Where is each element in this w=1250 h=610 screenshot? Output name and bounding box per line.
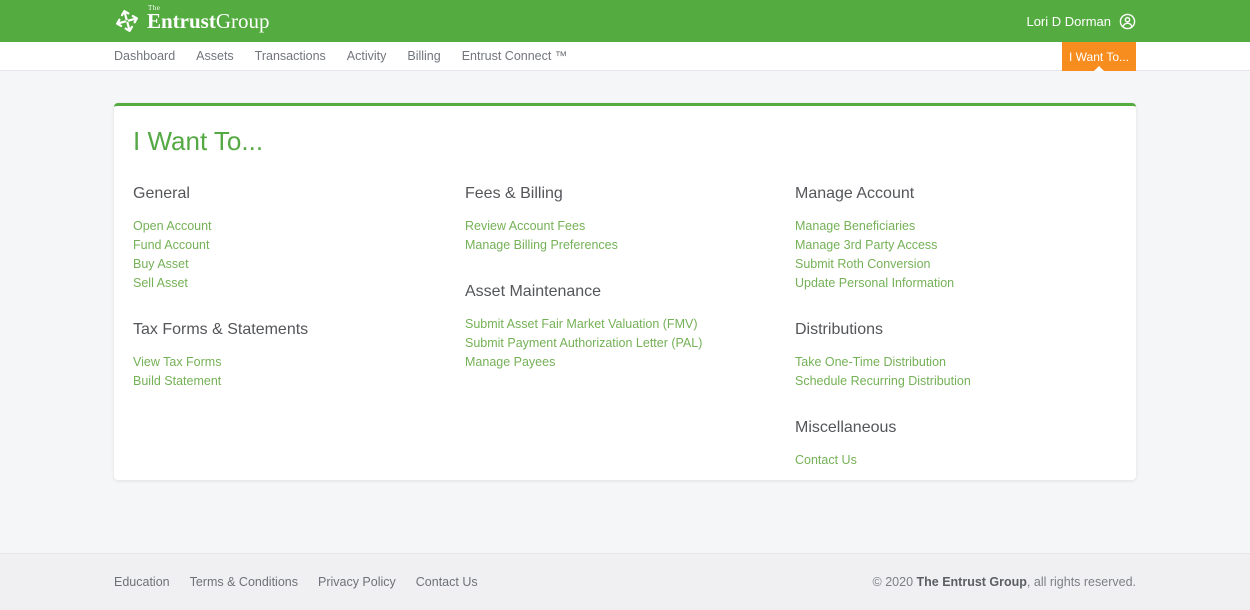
link-fund-account[interactable]: Fund Account xyxy=(133,236,465,255)
user-menu[interactable]: Lori D Dorman xyxy=(1026,13,1136,30)
section-heading: Manage Account xyxy=(795,185,971,203)
link-view-tax-forms[interactable]: View Tax Forms xyxy=(133,353,465,372)
link-manage-beneficiaries[interactable]: Manage Beneficiaries xyxy=(795,217,971,236)
link-take-one-time-distribution[interactable]: Take One-Time Distribution xyxy=(795,353,971,372)
entrust-pinwheel-icon xyxy=(114,8,140,34)
section-miscellaneous: Miscellaneous Contact Us xyxy=(795,419,971,470)
footer-links: Education Terms & Conditions Privacy Pol… xyxy=(114,575,478,589)
link-submit-pal[interactable]: Submit Payment Authorization Letter (PAL… xyxy=(465,334,795,353)
section-heading: Fees & Billing xyxy=(465,185,795,203)
brand-entrust: Entrust xyxy=(147,9,216,33)
copyright-prefix: © 2020 xyxy=(873,575,917,589)
section-heading: Tax Forms & Statements xyxy=(133,321,465,339)
link-open-account[interactable]: Open Account xyxy=(133,217,465,236)
section-tax-forms: Tax Forms & Statements View Tax Forms Bu… xyxy=(133,321,465,391)
link-submit-roth-conversion[interactable]: Submit Roth Conversion xyxy=(795,255,971,274)
section-heading: Miscellaneous xyxy=(795,419,971,437)
copyright-text: © 2020 The Entrust Group, all rights res… xyxy=(873,575,1136,589)
link-update-personal-information[interactable]: Update Personal Information xyxy=(795,274,971,293)
column-2: Fees & Billing Review Account Fees Manag… xyxy=(465,185,795,498)
user-name: Lori D Dorman xyxy=(1026,14,1111,29)
section-heading: Distributions xyxy=(795,321,971,339)
footer-link-terms[interactable]: Terms & Conditions xyxy=(190,575,298,589)
copyright-suffix: , all rights reserved. xyxy=(1027,575,1136,589)
section-distributions: Distributions Take One-Time Distribution… xyxy=(795,321,971,391)
column-1: General Open Account Fund Account Buy As… xyxy=(133,185,465,498)
column-3: Manage Account Manage Beneficiaries Mana… xyxy=(795,185,971,498)
page-title: I Want To... xyxy=(133,126,1117,157)
link-build-statement[interactable]: Build Statement xyxy=(133,372,465,391)
link-sell-asset[interactable]: Sell Asset xyxy=(133,274,465,293)
link-manage-payees[interactable]: Manage Payees xyxy=(465,353,795,372)
section-asset-maintenance: Asset Maintenance Submit Asset Fair Mark… xyxy=(465,283,795,372)
account-circle-icon[interactable] xyxy=(1119,13,1136,30)
section-heading: General xyxy=(133,185,465,203)
nav-item-billing[interactable]: Billing xyxy=(407,49,440,63)
page-footer: Education Terms & Conditions Privacy Pol… xyxy=(0,553,1250,610)
footer-link-privacy[interactable]: Privacy Policy xyxy=(318,575,396,589)
nav-item-activity[interactable]: Activity xyxy=(347,49,387,63)
nav-item-entrust-connect[interactable]: Entrust Connect ™ xyxy=(462,49,568,63)
brand-logo[interactable]: TheEntrustGroup xyxy=(114,8,270,34)
link-manage-3rd-party-access[interactable]: Manage 3rd Party Access xyxy=(795,236,971,255)
section-heading: Asset Maintenance xyxy=(465,283,795,301)
link-review-account-fees[interactable]: Review Account Fees xyxy=(465,217,795,236)
brand-the: The xyxy=(148,5,160,12)
link-contact-us[interactable]: Contact Us xyxy=(795,451,971,470)
page-background: I Want To... General Open Account Fund A… xyxy=(0,71,1250,553)
footer-link-contact[interactable]: Contact Us xyxy=(416,575,478,589)
nav-item-transactions[interactable]: Transactions xyxy=(255,49,326,63)
section-fees-billing: Fees & Billing Review Account Fees Manag… xyxy=(465,185,795,255)
link-schedule-recurring-distribution[interactable]: Schedule Recurring Distribution xyxy=(795,372,971,391)
section-manage-account: Manage Account Manage Beneficiaries Mana… xyxy=(795,185,971,293)
brand-name: TheEntrustGroup xyxy=(147,11,270,32)
link-buy-asset[interactable]: Buy Asset xyxy=(133,255,465,274)
section-general: General Open Account Fund Account Buy As… xyxy=(133,185,465,293)
i-want-to-button[interactable]: I Want To... xyxy=(1062,42,1136,71)
link-manage-billing-preferences[interactable]: Manage Billing Preferences xyxy=(465,236,795,255)
copyright-brand: The Entrust Group xyxy=(917,575,1027,589)
nav-item-assets[interactable]: Assets xyxy=(196,49,234,63)
main-nav: Dashboard Assets Transactions Activity B… xyxy=(0,42,1250,71)
nav-links: Dashboard Assets Transactions Activity B… xyxy=(114,49,567,63)
brand-group: Group xyxy=(216,9,270,33)
nav-item-dashboard[interactable]: Dashboard xyxy=(114,49,175,63)
link-submit-fmv[interactable]: Submit Asset Fair Market Valuation (FMV) xyxy=(465,315,795,334)
app-header: TheEntrustGroup Lori D Dorman xyxy=(0,0,1250,42)
link-columns: General Open Account Fund Account Buy As… xyxy=(133,185,1117,498)
footer-link-education[interactable]: Education xyxy=(114,575,170,589)
i-want-to-card: I Want To... General Open Account Fund A… xyxy=(114,103,1136,480)
